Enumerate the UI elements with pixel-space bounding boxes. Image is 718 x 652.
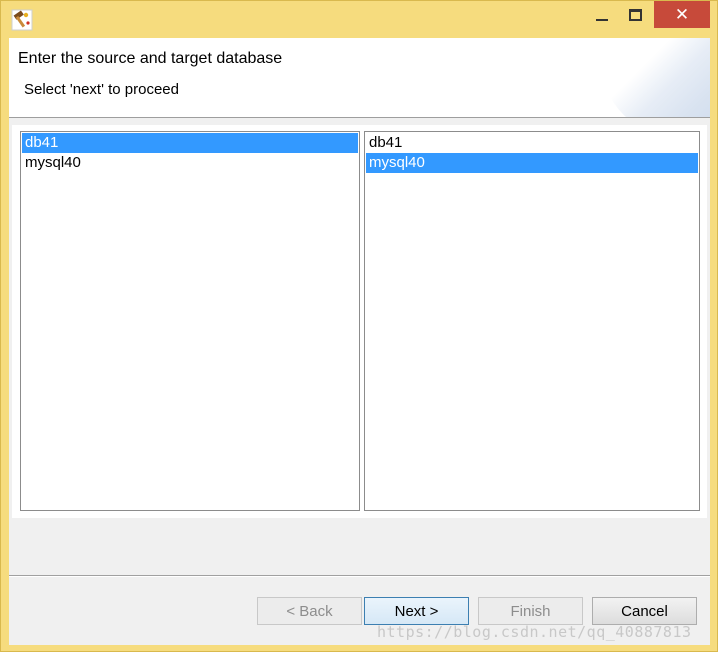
minimize-button[interactable] [587,1,617,29]
wizard-window: ✕ Enter the source and target database S… [0,0,718,652]
close-icon: ✕ [674,4,690,25]
finish-button[interactable]: Finish [478,597,583,625]
header-decoration [600,38,710,117]
target-list-item-db41[interactable]: db41 [366,133,698,153]
target-list-item-mysql40[interactable]: mysql40 [366,153,698,173]
page-title: Enter the source and target database [18,50,283,67]
hammer-wizard-icon [11,9,33,31]
watermark-text: https://blog.csdn.net/qq_40887813 [377,623,692,641]
source-list-item-db41[interactable]: db41 [22,133,358,153]
page-description: Select 'next' to proceed [24,81,179,98]
list-item-label: mysql40 [369,154,425,171]
source-database-list[interactable]: db41 mysql40 [20,131,360,511]
title-bar[interactable]: ✕ [1,1,717,31]
maximize-button[interactable] [620,1,650,29]
next-button[interactable]: Next > [364,597,469,625]
source-list-item-mysql40[interactable]: mysql40 [22,153,358,173]
database-selection-panel: db41 mysql40 db41 mysql40 [12,125,707,518]
cancel-button[interactable]: Cancel [592,597,697,625]
list-item-label: mysql40 [25,154,81,171]
close-button[interactable]: ✕ [654,1,710,28]
minimize-icon [596,19,608,21]
list-item-label: db41 [25,134,59,151]
list-item-label: db41 [369,134,403,151]
wizard-header: Enter the source and target database Sel… [9,38,710,118]
button-bar-divider [9,575,710,577]
maximize-icon [628,9,642,21]
target-database-list[interactable]: db41 mysql40 [364,131,700,511]
wizard-body: Enter the source and target database Sel… [9,38,710,645]
back-button[interactable]: < Back [257,597,362,625]
